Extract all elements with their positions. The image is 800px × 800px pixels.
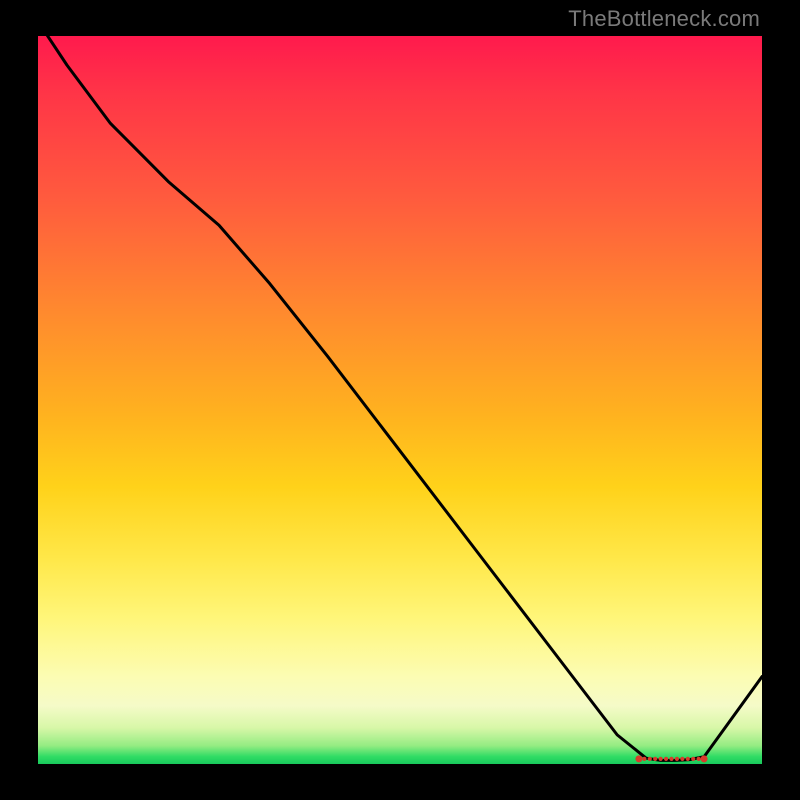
bottleneck-curve-line: [38, 21, 762, 760]
plot-area: [38, 36, 762, 764]
attribution-label: TheBottleneck.com: [568, 6, 760, 32]
chart-svg: [38, 36, 762, 764]
chart-frame: TheBottleneck.com: [0, 0, 800, 800]
